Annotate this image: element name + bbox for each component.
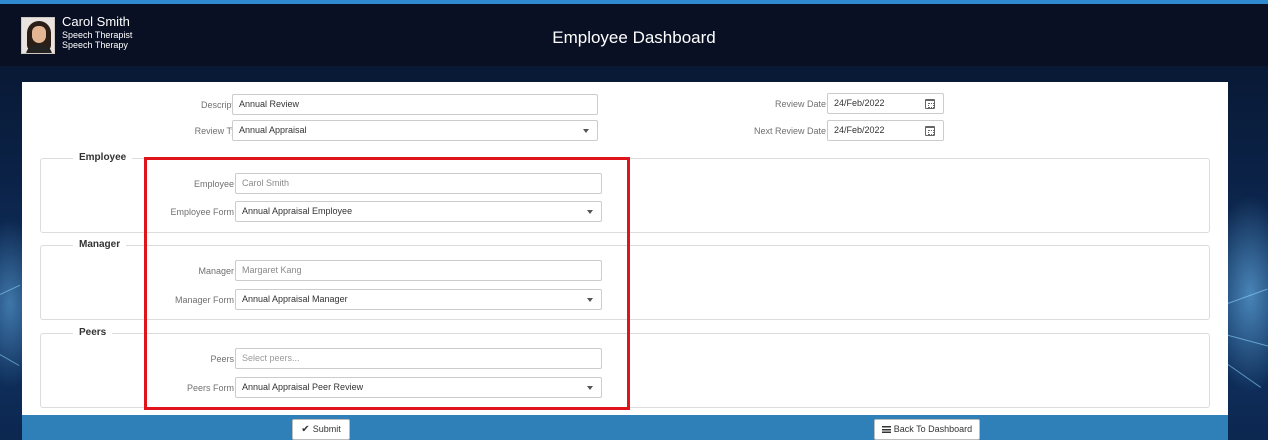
- review-date-label: Review Date: [774, 99, 826, 109]
- next-review-date-label: Next Review Date: [753, 126, 826, 136]
- check-icon: ✔: [301, 424, 310, 435]
- next-review-date-value: 24/Feb/2022: [834, 125, 885, 135]
- list-icon: [881, 426, 891, 433]
- action-bar: ✔ Submit Back To Dashboard: [22, 415, 1228, 440]
- peers-legend: Peers: [73, 327, 113, 338]
- calendar-icon[interactable]: [925, 126, 935, 136]
- submit-label: Submit: [312, 424, 341, 434]
- user-name: Carol Smith: [62, 14, 130, 29]
- description-input[interactable]: Annual Review: [232, 94, 598, 115]
- back-to-dashboard-button[interactable]: Back To Dashboard: [874, 419, 980, 440]
- next-review-date-input[interactable]: 24/Feb/2022: [827, 120, 944, 141]
- review-date-value: 24/Feb/2022: [834, 98, 885, 108]
- app-header: Carol Smith Speech Therapist Speech Ther…: [0, 4, 1268, 66]
- review-type-select[interactable]: Annual Appraisal: [232, 120, 598, 141]
- manager-legend: Manager: [73, 239, 127, 250]
- highlight-annotation: [144, 157, 630, 410]
- submit-button[interactable]: ✔ Submit: [292, 419, 350, 440]
- page-title: Employee Dashboard: [552, 28, 716, 47]
- calendar-icon[interactable]: [925, 99, 935, 109]
- back-label: Back To Dashboard: [893, 424, 973, 434]
- employee-legend: Employee: [73, 152, 133, 163]
- review-date-input[interactable]: 24/Feb/2022: [827, 93, 944, 114]
